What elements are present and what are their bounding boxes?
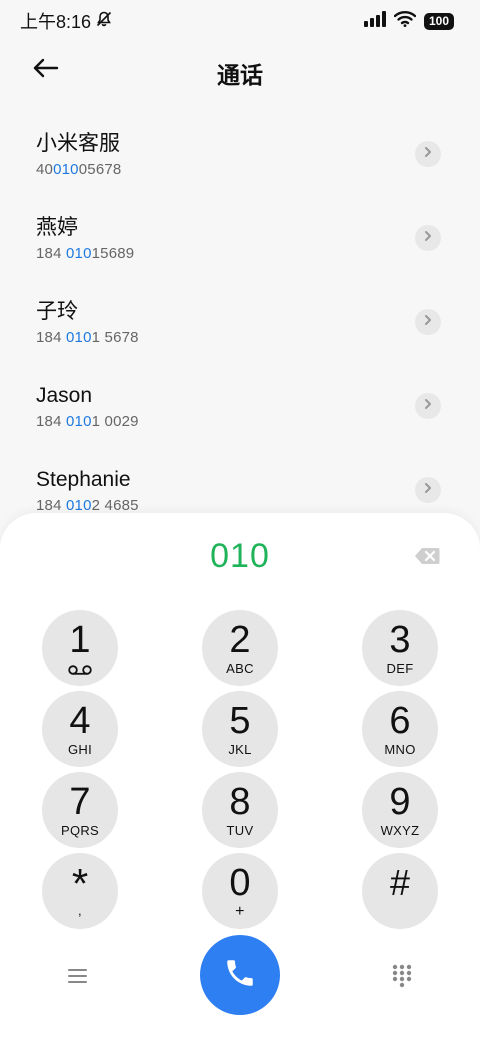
contact-number: 184 0101 0029 — [36, 412, 480, 432]
contact-detail-button[interactable] — [415, 309, 441, 335]
contact-detail-button[interactable] — [415, 477, 441, 503]
key-digit: 2 — [229, 619, 251, 661]
number-prefix: 184 — [36, 329, 66, 346]
contact-detail-button[interactable] — [415, 393, 441, 419]
number-match: 010 — [66, 497, 92, 514]
key-4[interactable]: 4 GHI — [42, 691, 118, 767]
key-star[interactable]: * , — [42, 853, 118, 929]
menu-button[interactable] — [66, 965, 90, 987]
key-letters: + — [235, 903, 245, 920]
key-2[interactable]: 2 ABC — [202, 610, 278, 686]
number-match: 010 — [66, 245, 92, 262]
number-suffix: 1 0029 — [91, 413, 139, 430]
phone-icon — [223, 956, 257, 995]
key-digit: 3 — [389, 619, 411, 661]
key-letters: WXYZ — [380, 823, 420, 838]
menu-icon — [66, 969, 90, 991]
backspace-icon — [414, 548, 440, 569]
number-suffix: 15689 — [91, 245, 135, 262]
voicemail-icon — [68, 662, 92, 680]
battery-indicator: 100 — [424, 12, 454, 30]
key-3[interactable]: 3 DEF — [362, 610, 438, 686]
chevron-right-icon — [423, 481, 433, 499]
contact-name: 燕婷 — [36, 216, 78, 239]
call-button[interactable] — [200, 935, 280, 1015]
key-letters: DEF — [386, 661, 414, 676]
key-letters: JKL — [228, 742, 252, 757]
status-left: 上午8:16 — [20, 8, 113, 34]
key-digit: 0 — [229, 862, 251, 904]
contact-item[interactable]: 子玲 184 0101 5678 — [0, 285, 480, 369]
number-prefix: 40 — [36, 161, 54, 178]
number-suffix: 2 4685 — [91, 497, 139, 514]
contact-name: 子玲 — [36, 300, 78, 323]
header: 通话 — [0, 46, 480, 94]
dialpad-toggle-button[interactable] — [390, 963, 414, 989]
key-digit: 7 — [69, 781, 91, 823]
number-match: 010 — [66, 329, 92, 346]
key-digit: * — [71, 860, 89, 907]
contact-name: Stephanie — [36, 468, 131, 491]
status-right: 100 — [364, 10, 454, 32]
key-digit: 1 — [69, 619, 91, 661]
contact-number: 4001005678 — [36, 160, 480, 180]
contact-name: 小米客服 — [36, 132, 120, 155]
number-match: 010 — [53, 161, 79, 178]
number-prefix: 184 — [36, 497, 66, 514]
chevron-right-icon — [423, 145, 433, 163]
key-hash[interactable]: # — [362, 853, 438, 929]
key-digit: 6 — [389, 700, 411, 742]
contact-detail-button[interactable] — [415, 225, 441, 251]
chevron-right-icon — [423, 313, 433, 331]
key-9[interactable]: 9 WXYZ — [362, 772, 438, 848]
contact-number: 184 01015689 — [36, 244, 480, 264]
key-digit: 9 — [389, 781, 411, 823]
contact-name: Jason — [36, 384, 93, 407]
contact-item[interactable]: 小米客服 4001005678 — [0, 117, 480, 201]
contact-item[interactable]: Jason 184 0101 0029 — [0, 369, 480, 453]
key-digit: 4 — [69, 700, 91, 742]
dialer-bottom-bar — [0, 935, 480, 1017]
number-prefix: 184 — [36, 245, 66, 262]
contact-detail-button[interactable] — [415, 141, 441, 167]
key-letters: TUV — [226, 823, 254, 838]
key-0[interactable]: 0 + — [202, 853, 278, 929]
dial-input[interactable]: 010 — [0, 537, 480, 576]
key-8[interactable]: 8 TUV — [202, 772, 278, 848]
key-letters: ABC — [226, 661, 254, 676]
number-match: 010 — [66, 413, 92, 430]
key-letters: MNO — [384, 742, 416, 757]
delete-button[interactable] — [414, 547, 440, 565]
key-letters: GHI — [67, 742, 92, 757]
key-1[interactable]: 1 — [42, 610, 118, 686]
number-suffix: 1 5678 — [91, 329, 139, 346]
contact-number: 184 0101 5678 — [36, 328, 480, 348]
dialpad-icon — [390, 964, 414, 993]
key-6[interactable]: 6 MNO — [362, 691, 438, 767]
key-letters: PQRS — [60, 823, 100, 838]
key-digit: 5 — [229, 700, 251, 742]
muted-bell-icon — [95, 10, 113, 33]
contact-list: 小米客服 4001005678 燕婷 184 01015689 子玲 184 0… — [0, 117, 480, 537]
page-title: 通话 — [217, 62, 263, 88]
number-suffix: 05678 — [78, 161, 122, 178]
key-digit: # — [389, 862, 411, 903]
chevron-right-icon — [423, 229, 433, 247]
contact-item[interactable]: 燕婷 184 01015689 — [0, 201, 480, 285]
number-prefix: 184 — [36, 413, 66, 430]
key-5[interactable]: 5 JKL — [202, 691, 278, 767]
dialer-panel: 010 1 2 ABC 3 DEF 4 GHI 5 JKL 6 MNO 7 PQ… — [0, 513, 480, 1040]
key-digit: 8 — [229, 781, 251, 823]
key-7[interactable]: 7 PQRS — [42, 772, 118, 848]
status-time: 上午8:16 — [20, 12, 92, 32]
chevron-right-icon — [423, 397, 433, 415]
key-letters: , — [78, 903, 82, 918]
status-bar: 上午8:16 100 — [0, 0, 480, 42]
signal-icon — [364, 10, 386, 32]
wifi-icon — [393, 10, 417, 32]
